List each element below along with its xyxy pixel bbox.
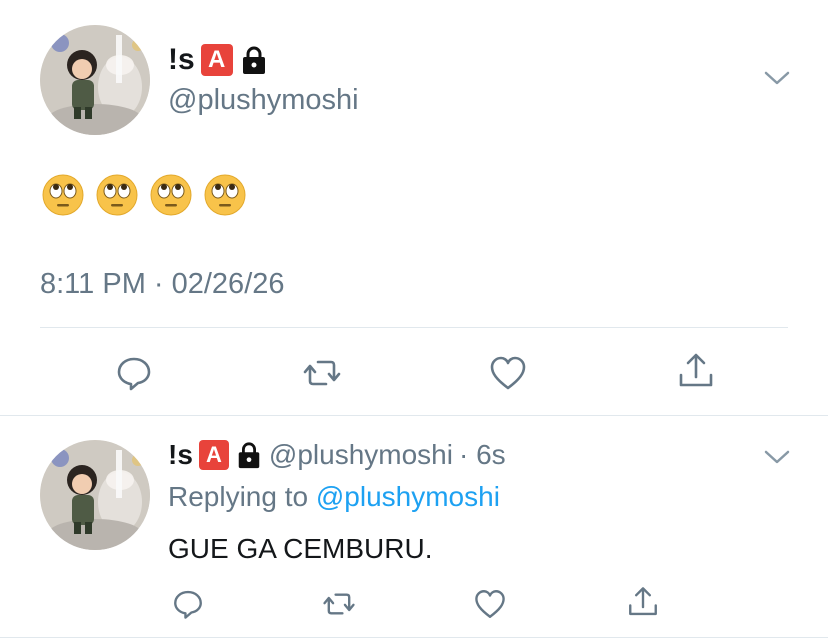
- display-name[interactable]: !s: [168, 441, 193, 469]
- divider: [40, 327, 788, 328]
- lock-icon: [239, 44, 269, 76]
- share-icon[interactable]: [676, 351, 716, 391]
- avatar[interactable]: [40, 440, 150, 550]
- display-name[interactable]: !s: [168, 45, 195, 75]
- handle[interactable]: @plushymoshi: [168, 84, 359, 117]
- retweet-icon[interactable]: [322, 587, 356, 621]
- chevron-down-icon[interactable]: [763, 447, 791, 467]
- display-name-line[interactable]: !s A: [168, 44, 269, 76]
- tweet-timestamp[interactable]: 8:11 PM · 02/26/26: [40, 268, 285, 301]
- eye-roll-emoji-icon: [204, 174, 246, 216]
- divider: [0, 415, 828, 416]
- like-icon[interactable]: [488, 353, 528, 393]
- handle[interactable]: @plushymoshi: [269, 441, 453, 469]
- reply-text: GUE GA CEMBURU.: [168, 533, 433, 564]
- replying-to: Replying to @plushymoshi: [168, 481, 500, 513]
- a-badge-icon: A: [200, 44, 233, 76]
- reply-icon[interactable]: [171, 587, 205, 621]
- eye-roll-emoji-icon: [150, 174, 192, 216]
- a-badge-icon: A: [198, 440, 229, 470]
- share-icon[interactable]: [626, 585, 660, 619]
- tweet-body: [42, 174, 246, 216]
- replying-handle-link[interactable]: @plushymoshi: [316, 481, 500, 512]
- chevron-down-icon[interactable]: [763, 68, 791, 88]
- lock-icon: [235, 440, 263, 470]
- avatar[interactable]: [40, 25, 150, 135]
- time-ago: · 6s: [458, 439, 506, 470]
- divider: [0, 637, 828, 638]
- like-icon[interactable]: [473, 587, 507, 621]
- eye-roll-emoji-icon: [96, 174, 138, 216]
- reply-header: !s A @plushymoshi · 6s: [168, 440, 506, 470]
- reply-icon[interactable]: [114, 353, 154, 393]
- eye-roll-emoji-icon: [42, 174, 84, 216]
- retweet-icon[interactable]: [302, 353, 342, 393]
- replying-prefix: Replying to: [168, 481, 309, 512]
